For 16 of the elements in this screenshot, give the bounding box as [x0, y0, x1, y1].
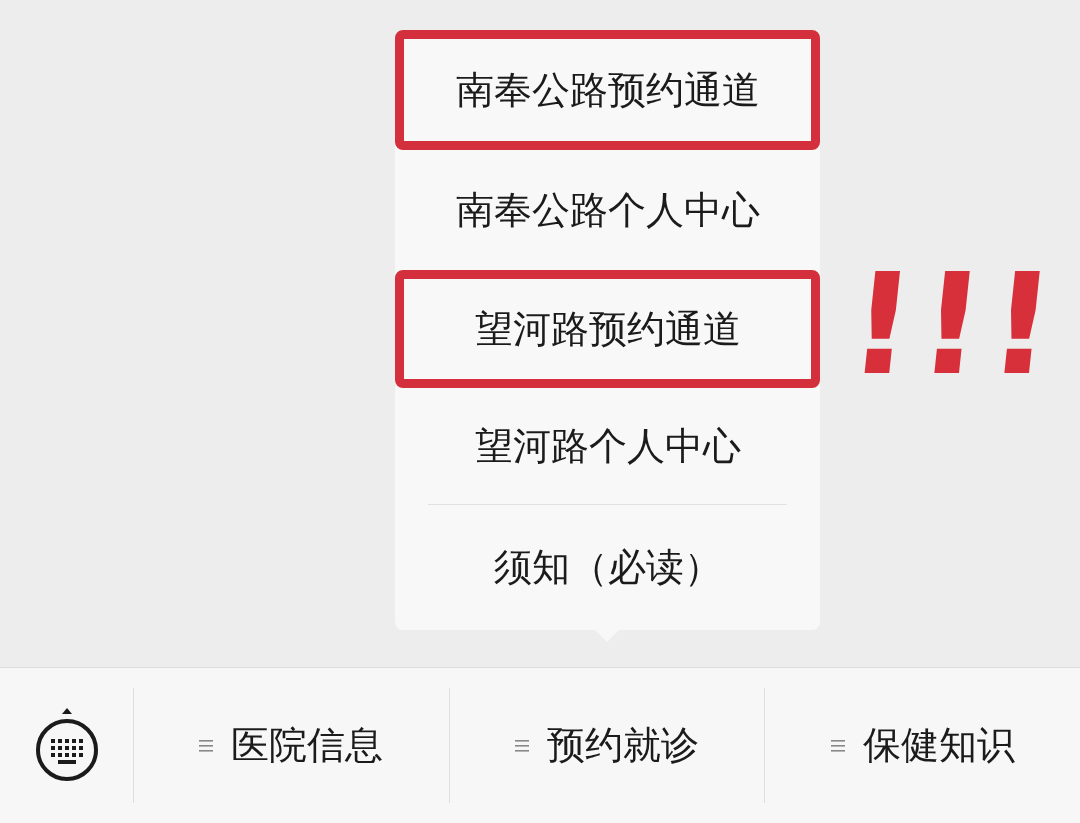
menu-item[interactable]: 须知（必读）: [395, 505, 820, 630]
tab-label: 保健知识: [862, 722, 1015, 769]
menu-icon: [830, 738, 845, 753]
menu-item[interactable]: 望河路预约通道: [395, 270, 820, 388]
menu-item[interactable]: 南奉公路个人中心: [395, 150, 820, 270]
tab-label: 医院信息: [231, 722, 384, 769]
keyboard-icon[interactable]: [33, 707, 100, 784]
menu-tab[interactable]: 预约就诊: [449, 720, 765, 771]
menu-tab[interactable]: 保健知识: [765, 720, 1080, 771]
menu-item[interactable]: 南奉公路预约通道: [395, 30, 820, 150]
annotation-text: !!!: [842, 255, 1067, 395]
menu-item[interactable]: 望河路个人中心: [395, 388, 820, 504]
menu-icon: [199, 738, 214, 753]
menu-tab[interactable]: 医院信息: [134, 720, 449, 771]
tab-label: 预约就诊: [547, 722, 699, 769]
menu-icon: [515, 738, 529, 753]
